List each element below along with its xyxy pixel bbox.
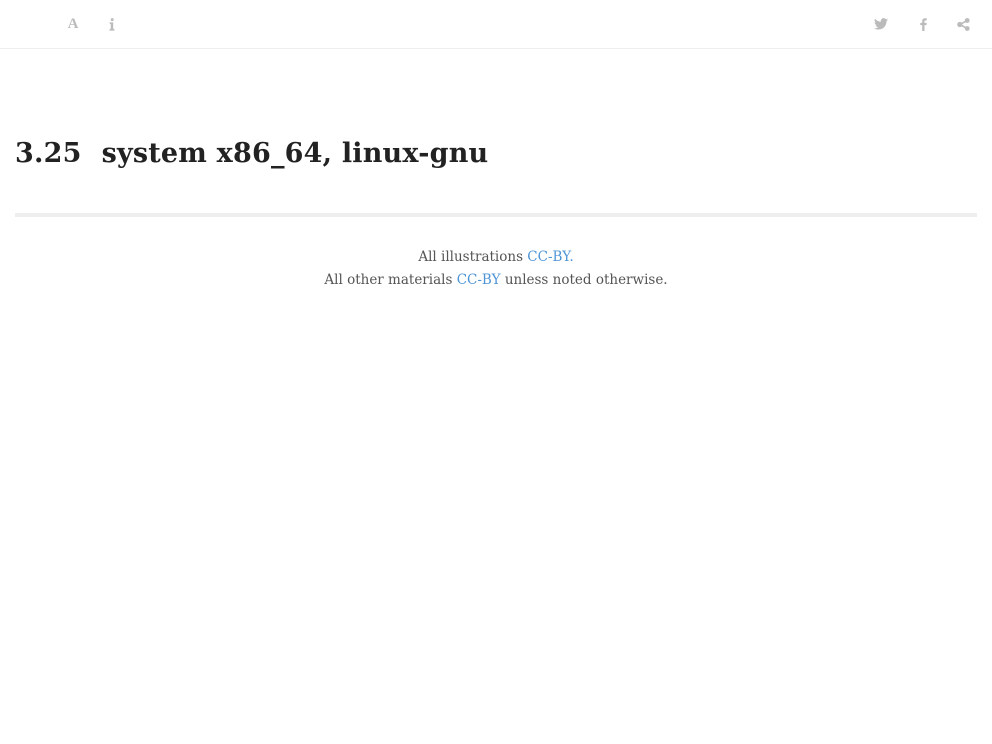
info-button[interactable] xyxy=(100,12,124,36)
font-settings-icon: A xyxy=(67,15,79,32)
cc-by-link-materials[interactable]: CC-BY xyxy=(457,272,501,288)
share-icon xyxy=(956,17,970,31)
facebook-share-button[interactable] xyxy=(911,12,935,36)
twitter-share-button[interactable] xyxy=(869,12,893,36)
license-line-illustrations: All illustrations CC-BY. xyxy=(0,246,992,269)
section-number: 3.25 xyxy=(15,138,82,169)
book-header-toolbar: A xyxy=(0,0,992,49)
twitter-icon xyxy=(874,18,888,30)
license-illustrations-text: All illustrations xyxy=(418,249,523,265)
section-title: system x86_64, linux-gnu xyxy=(101,138,489,169)
facebook-icon xyxy=(919,17,927,31)
share-menu-button[interactable] xyxy=(951,12,975,36)
license-line-materials: All other materials CC-BY unless noted o… xyxy=(0,269,992,292)
section-divider xyxy=(15,213,977,217)
font-settings-button[interactable]: A xyxy=(61,12,85,36)
section-heading: 3.25 system x86_64, linux-gnu xyxy=(15,138,488,170)
license-footer: All illustrations CC-BY. All other mater… xyxy=(0,246,992,292)
info-icon xyxy=(109,17,115,31)
cc-by-link-illustrations[interactable]: CC-BY. xyxy=(527,249,573,265)
license-materials-suffix: unless noted otherwise. xyxy=(504,272,668,288)
license-materials-text: All other materials xyxy=(324,272,453,288)
